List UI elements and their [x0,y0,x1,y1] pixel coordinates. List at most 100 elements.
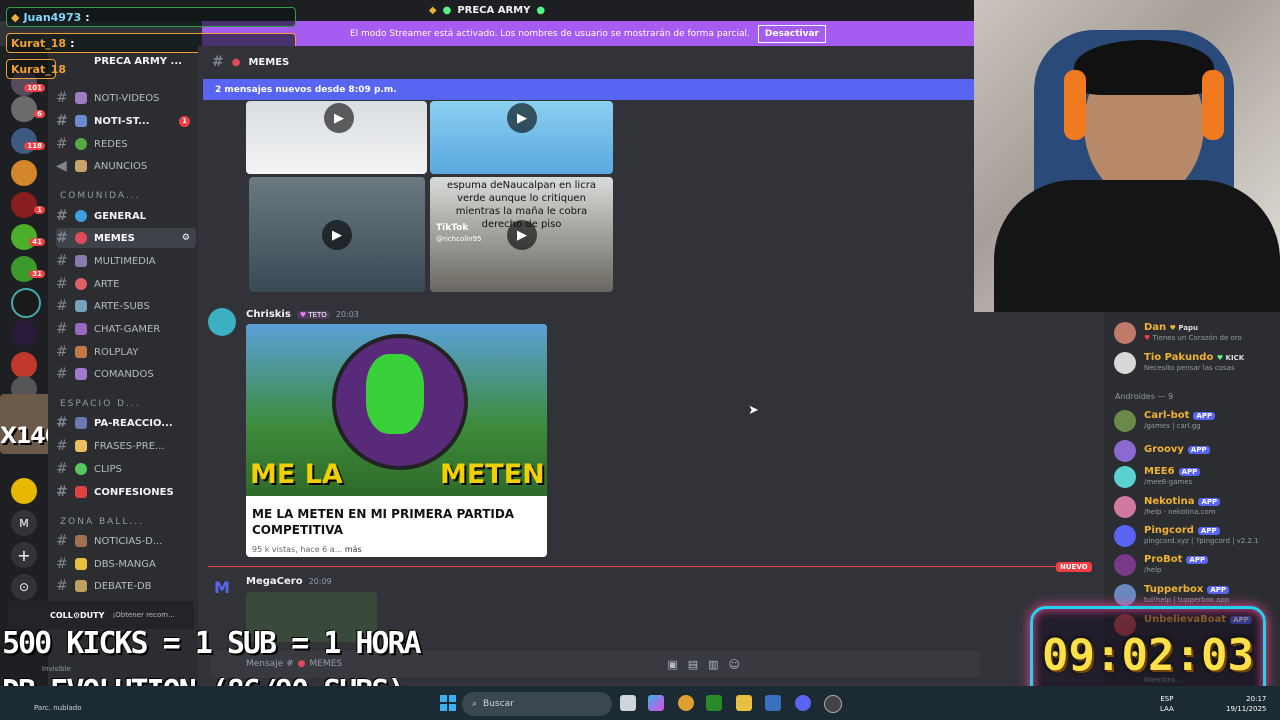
play-icon[interactable]: ▶ [322,220,352,250]
server-icon[interactable] [11,478,37,504]
channel-item[interactable]: ◀ ANUNCIOS [56,156,196,176]
taskbar-search[interactable]: ⌕ Buscar [462,692,612,716]
avatar[interactable]: M [214,578,230,597]
message-author[interactable]: MegaCero [246,576,303,587]
server-icon[interactable] [11,320,37,346]
message-author[interactable]: Chriskis [246,309,291,320]
member-item[interactable]: Tio Pakundo ♥ KICK Necesito pensar las c… [1114,350,1280,376]
channel-item[interactable]: # CONFESIONES [56,482,196,502]
member-item[interactable]: ProBot APP/help [1114,552,1280,578]
hash-icon: # [56,298,68,314]
channel-item[interactable]: # DBS-MANGA [56,554,196,574]
server-letter-icon[interactable]: M [11,510,37,536]
mention-badge: 41 [29,238,45,246]
channel-item[interactable]: # GENERAL [56,206,196,226]
channel-item[interactable]: # DEBATE-DB [56,576,196,596]
embed-thumbnail[interactable]: ME LA METEN [246,324,547,496]
message-timestamp: 20:09 [308,577,332,586]
taskbar [0,686,1280,720]
discover-icon[interactable]: ⊙ [11,574,37,600]
obs-icon[interactable] [824,695,842,713]
gift-icon[interactable]: ▣ [667,658,677,671]
channel-item[interactable]: # ARTE-SUBS [56,296,196,316]
file-explorer-icon[interactable] [736,695,752,711]
category-header[interactable]: ESPACIO D... [60,399,141,409]
play-icon[interactable]: ▶ [324,103,354,133]
member-item[interactable]: Carl-bot APP/games | carl.gg [1114,408,1280,434]
member-item[interactable]: Tupperbox APP tul!help | tupperbox.app [1114,582,1280,608]
channel-emoji-icon [75,160,87,172]
video-thumbnail[interactable]: espuma deNaucalpan en licra verde aunque… [430,177,613,292]
avatar [1114,525,1136,547]
deactivate-button[interactable]: Desactivar [757,24,826,43]
play-icon[interactable]: ▶ [507,103,537,133]
channel-item-selected[interactable]: # MEMES ⚙ [56,228,196,248]
channel-item[interactable]: # ROLPLAY [56,342,196,362]
channel-item[interactable]: # NOTI-ST... 1 [56,111,196,131]
video-thumbnail[interactable]: ▶ [430,101,613,174]
new-messages-bar[interactable]: 2 mensajes nuevos desde 8:09 p.m. [203,79,974,100]
channel-item[interactable]: # CLIPS [56,459,196,479]
server-icon[interactable]: 1 [11,192,45,218]
more-link[interactable]: más [345,545,362,554]
video-thumbnail[interactable]: ▶ [246,101,427,174]
windows-start-icon[interactable] [440,695,456,711]
weather-widget[interactable]: Parc. nublado [34,704,82,712]
emoji-icon[interactable]: ☺ [729,658,740,671]
category-header[interactable]: COMUNIDA... [60,191,140,201]
channel-item[interactable]: # MULTIMEDIA [56,251,196,271]
category-header[interactable]: ZONA BALL... [60,517,144,527]
hash-icon: # [56,276,68,292]
play-icon[interactable]: ▶ [507,220,537,250]
member-item[interactable]: MEE6 APP/mee6-games [1114,464,1280,490]
channel-item[interactable]: # NOTICIAS-D... [56,531,196,551]
copilot-icon[interactable] [648,695,664,711]
server-icon[interactable] [11,288,41,318]
store-icon[interactable] [765,695,781,711]
server-icon[interactable]: 31 [11,256,45,282]
channel-item[interactable]: # PA-REACCIO... [56,413,196,433]
server-name[interactable]: PRECA ARMY ... [94,56,182,67]
member-tag: ♥ KICK [1216,354,1245,362]
message-timestamp: 20:03 [335,310,359,319]
chat-overlay-row: ◆ Juan4973: [6,7,296,27]
embed-image-text-right: METEN [440,459,545,490]
stream-timer: 09:02:03 [1042,629,1254,681]
server-icon[interactable] [11,160,37,186]
server-icon[interactable]: 6 [11,96,45,122]
channel-item[interactable]: # CHAT-GAMER [56,319,196,339]
chat-username: Juan4973 [23,10,82,24]
language-indicator[interactable]: ESP LAA [1160,694,1174,714]
app-tag: APP [1186,556,1209,564]
video-embed[interactable]: ME LA METEN ME LA METEN EN MI PRIMERA PA… [246,324,547,557]
member-item[interactable]: Nekotina APP/help · nekotina.com [1114,494,1280,520]
member-item[interactable]: Pingcord APP pingcord.xyz | ?pingcord | v2… [1114,523,1280,549]
mention-badge: 1 [34,206,45,214]
server-icon[interactable] [11,352,37,378]
avatar [1114,496,1136,518]
server-icon[interactable]: 41 [11,224,45,250]
chrome-icon[interactable] [678,695,694,711]
discord-icon[interactable] [795,695,811,711]
gif-icon[interactable]: ▤ [688,658,698,671]
channel-item[interactable]: # NOTI-VIDEOS [56,88,196,108]
channel-item[interactable]: # FRASES-PRE... [56,436,196,456]
member-item[interactable]: Groovy APP [1114,438,1280,464]
task-view-icon[interactable] [620,695,636,711]
minecraft-icon[interactable] [706,695,722,711]
embed-title[interactable]: ME LA METEN EN MI PRIMERA PARTIDA COMPET… [252,506,541,538]
hash-icon: # [56,321,68,337]
channel-item[interactable]: # REDES [56,134,196,154]
channel-item[interactable]: # ARTE [56,274,196,294]
member-item[interactable]: Dan ♥ Papu ♥ Tienes un Corazón de oro [1114,320,1280,346]
clock[interactable]: 20:17 19/11/2025 [1226,694,1266,714]
avatar[interactable] [208,308,236,336]
video-thumbnail[interactable]: ▶ [249,177,425,292]
hash-icon: # [56,438,68,454]
activity-card[interactable]: COLL⚙DUTY ¡Obtener recom... [8,601,194,629]
server-icon[interactable]: 118 [11,128,45,154]
sticker-icon[interactable]: ▥ [708,658,718,671]
add-server-icon[interactable]: + [11,542,37,568]
settings-gear-icon[interactable]: ⚙ [182,233,190,243]
channel-item[interactable]: # COMANDOS [56,364,196,384]
